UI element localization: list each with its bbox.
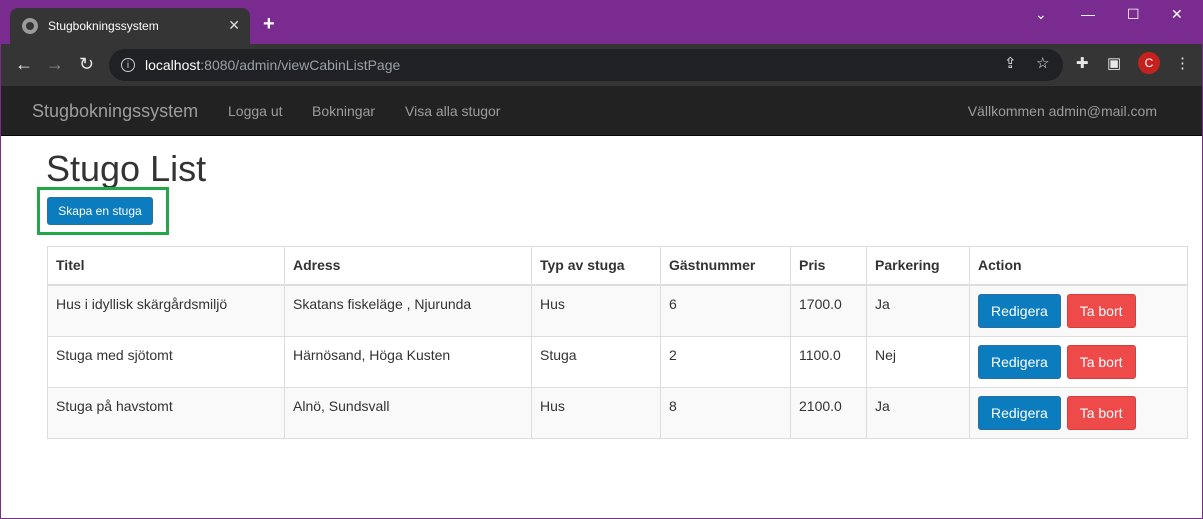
tab-close-icon[interactable]: ✕ xyxy=(228,17,240,34)
column-header: Pris xyxy=(790,246,867,286)
cell-parking: Nej xyxy=(866,335,970,388)
create-cabin-button[interactable]: Skapa en stuga xyxy=(47,197,153,225)
cell-actions: Redigera Ta bort xyxy=(969,335,1188,388)
table-row: Stuga på havstomt Alnö, Sundsvall Hus 8 … xyxy=(47,386,1188,439)
column-header: Action xyxy=(969,246,1188,286)
maximize-icon[interactable]: ☐ xyxy=(1127,6,1140,23)
column-header: Titel xyxy=(47,246,285,286)
url-host: localhost xyxy=(145,57,201,73)
site-navbar: Stugbokningssystem Logga ut Bokningar Vi… xyxy=(1,86,1202,136)
cell-price: 1700.0 xyxy=(790,284,867,337)
cell-guests: 2 xyxy=(660,335,791,388)
table-row: Stuga med sjötomt Härnösand, Höga Kusten… xyxy=(47,335,1188,388)
profile-avatar[interactable]: C xyxy=(1138,52,1160,74)
side-panel-icon[interactable]: ▣ xyxy=(1107,54,1121,72)
cell-title: Stuga med sjötomt xyxy=(47,335,285,388)
edit-button[interactable]: Redigera xyxy=(978,293,1061,328)
reload-icon[interactable]: ↻ xyxy=(79,54,94,75)
extensions-puzzle-icon[interactable]: ✚ xyxy=(1076,54,1089,72)
delete-button[interactable]: Ta bort xyxy=(1066,344,1136,379)
navbar-brand[interactable]: Stugbokningssystem xyxy=(32,101,198,122)
cell-title: Stuga på havstomt xyxy=(47,386,285,439)
share-icon[interactable]: ⇪ xyxy=(1004,54,1017,72)
welcome-text: Vällkommen admin@mail.com xyxy=(967,103,1157,119)
cell-address: Skatans fiskeläge , Njurunda xyxy=(284,284,532,337)
cell-parking: Ja xyxy=(866,386,970,439)
browser-tab[interactable]: Stugbokningssystem ✕ xyxy=(10,8,250,44)
delete-button[interactable]: Ta bort xyxy=(1066,293,1136,328)
url-path: :8080/admin/viewCabinListPage xyxy=(200,57,401,73)
nav-link-bookings[interactable]: Bokningar xyxy=(312,103,375,119)
tab-title: Stugbokningssystem xyxy=(48,19,159,33)
cell-type: Stuga xyxy=(531,335,661,388)
cabin-table: Titel Adress Typ av stuga Gästnummer Pri… xyxy=(47,246,1188,439)
forward-arrow-icon[interactable]: → xyxy=(46,54,64,75)
cell-address: Härnösand, Höga Kusten xyxy=(284,335,532,388)
back-arrow-icon[interactable]: ← xyxy=(15,54,33,75)
browser-tab-bar: Stugbokningssystem ✕ + ⌄ — ☐ ✕ xyxy=(1,0,1202,44)
edit-button[interactable]: Redigera xyxy=(978,395,1061,430)
column-header: Gästnummer xyxy=(660,246,791,286)
cell-guests: 6 xyxy=(660,284,791,337)
cell-address: Alnö, Sundsvall xyxy=(284,386,532,439)
page-content: Stugbokningssystem Logga ut Bokningar Vi… xyxy=(1,86,1202,518)
table-row: Hus i idyllisk skärgårdsmiljö Skatans fi… xyxy=(47,284,1188,337)
site-info-icon[interactable]: i xyxy=(121,58,135,72)
column-header: Parkering xyxy=(866,246,970,286)
cell-type: Hus xyxy=(531,284,661,337)
bookmark-star-icon[interactable]: ☆ xyxy=(1036,54,1049,72)
cell-price: 1100.0 xyxy=(790,335,867,388)
delete-button[interactable]: Ta bort xyxy=(1066,395,1136,430)
cell-title: Hus i idyllisk skärgårdsmiljö xyxy=(47,284,285,337)
window-close-icon[interactable]: ✕ xyxy=(1171,6,1183,23)
minimize-icon[interactable]: — xyxy=(1081,6,1095,22)
edit-button[interactable]: Redigera xyxy=(978,344,1061,379)
tab-search-chevron-icon[interactable]: ⌄ xyxy=(1035,6,1047,23)
menu-kebab-icon[interactable]: ⋮ xyxy=(1175,54,1190,72)
new-tab-button[interactable]: + xyxy=(263,13,275,36)
cell-actions: Redigera Ta bort xyxy=(969,386,1188,439)
cell-parking: Ja xyxy=(866,284,970,337)
column-header: Typ av stuga xyxy=(531,246,661,286)
column-header: Adress xyxy=(284,246,532,286)
globe-icon xyxy=(22,18,38,34)
cell-guests: 8 xyxy=(660,386,791,439)
table-header-row: Titel Adress Typ av stuga Gästnummer Pri… xyxy=(47,246,1188,286)
cell-actions: Redigera Ta bort xyxy=(969,284,1188,337)
nav-link-all-cabins[interactable]: Visa alla stugor xyxy=(405,103,500,119)
cell-price: 2100.0 xyxy=(790,386,867,439)
page-title: Stugo List xyxy=(46,148,207,189)
nav-link-logout[interactable]: Logga ut xyxy=(228,103,283,119)
address-bar[interactable]: i localhost :8080/admin/viewCabinListPag… xyxy=(109,49,1063,81)
cell-type: Hus xyxy=(531,386,661,439)
browser-toolbar: ← → ↻ i localhost :8080/admin/viewCabinL… xyxy=(1,44,1202,86)
